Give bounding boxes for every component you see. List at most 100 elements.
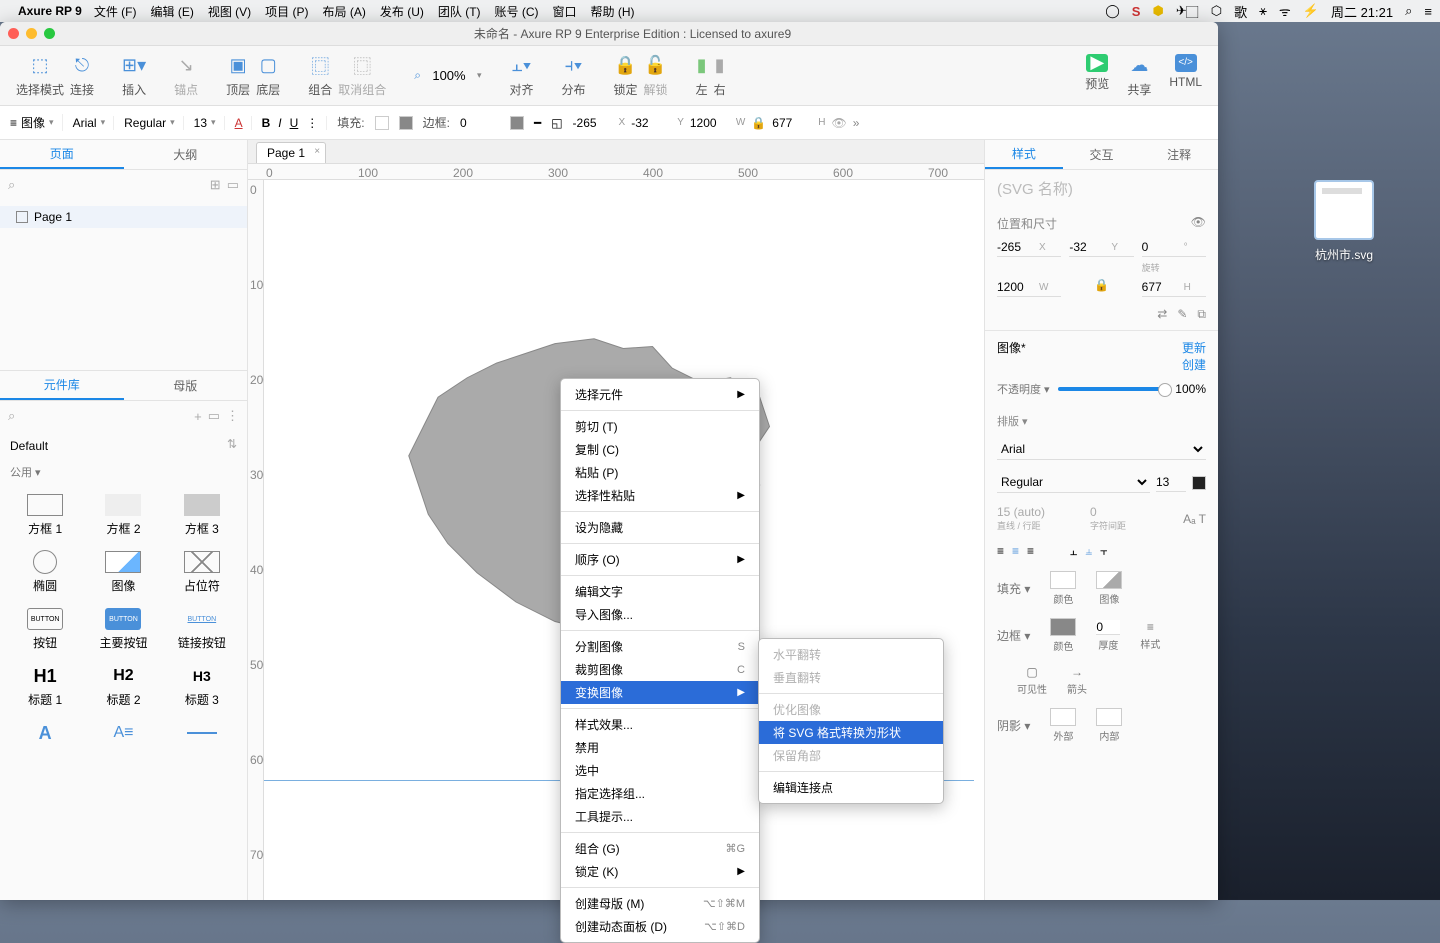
- page-tab[interactable]: Page 1×: [256, 142, 326, 163]
- fill-image-swatch[interactable]: [399, 116, 413, 130]
- lib-search-input[interactable]: [21, 409, 188, 423]
- zoom-control[interactable]: ⌕▾: [414, 68, 481, 83]
- border-style-icon[interactable]: ≡: [1147, 620, 1154, 634]
- lib-link-button[interactable]: BUTTON链接按钮: [165, 602, 239, 657]
- more-text-button[interactable]: ⋮: [306, 116, 318, 130]
- ctx-edit-text[interactable]: 编辑文字: [561, 580, 759, 603]
- ctx-paste[interactable]: 粘贴 (P): [561, 461, 759, 484]
- lib-category[interactable]: 公用 ▾: [0, 460, 247, 484]
- status-send-icon[interactable]: ✈: [1176, 3, 1187, 19]
- size-select[interactable]: 13 ▾: [194, 116, 225, 130]
- border-style-button[interactable]: ━: [534, 116, 541, 130]
- flip-h-icon[interactable]: ⇄: [1157, 307, 1167, 322]
- tab-notes[interactable]: 注释: [1140, 140, 1218, 169]
- lib-button[interactable]: BUTTON按钮: [8, 602, 82, 657]
- ungroup-button[interactable]: ⿴取消组合: [338, 54, 386, 98]
- insp-w-input[interactable]: [997, 280, 1035, 294]
- crop-icon[interactable]: ⧉: [1197, 307, 1206, 322]
- insp-rot-input[interactable]: [1142, 240, 1180, 254]
- tab-pages[interactable]: 页面: [0, 140, 124, 169]
- corner-radius-button[interactable]: ◱: [551, 116, 562, 130]
- ctx-style-effects[interactable]: 样式效果...: [561, 713, 759, 736]
- status-clock[interactable]: 周二 21:21: [1331, 2, 1393, 21]
- lib-select[interactable]: Default ⇅: [0, 431, 247, 460]
- lib-placeholder[interactable]: 占位符: [165, 545, 239, 600]
- ctx-transform-image[interactable]: 变换图像▶: [561, 681, 759, 704]
- align-right-button[interactable]: ▮右: [714, 54, 726, 98]
- select-mode-button[interactable]: ⬚选择模式: [16, 54, 64, 98]
- lib-text1[interactable]: A: [8, 716, 82, 750]
- insp-size-input[interactable]: [1156, 473, 1186, 492]
- ctx-copy[interactable]: 复制 (C): [561, 438, 759, 461]
- align-left-icon[interactable]: ≡: [997, 544, 1004, 559]
- status-bt-icon[interactable]: ⚹: [1259, 3, 1267, 19]
- valign-top-icon[interactable]: ⫠: [1070, 544, 1077, 559]
- ctx-tooltip[interactable]: 工具提示...: [561, 805, 759, 828]
- align-right-icon[interactable]: ≡: [1027, 544, 1034, 559]
- status-badge-icon[interactable]: ⬢: [1152, 3, 1163, 19]
- share-button[interactable]: ☁共享: [1127, 54, 1151, 98]
- desktop-file[interactable]: 杭州市.svg: [1304, 180, 1384, 263]
- insp-h-input[interactable]: [1142, 280, 1180, 294]
- preview-button[interactable]: ▶预览: [1085, 54, 1109, 98]
- lock-ratio-icon[interactable]: 🔒: [1069, 278, 1133, 297]
- align-center-icon[interactable]: ≡: [1012, 544, 1019, 559]
- tab-master[interactable]: 母版: [124, 371, 248, 400]
- border-width-input[interactable]: [460, 116, 500, 130]
- page-item[interactable]: Page 1: [0, 206, 247, 228]
- lib-h1[interactable]: H1标题 1: [8, 659, 82, 714]
- ctx-import-image[interactable]: 导入图像...: [561, 603, 759, 626]
- opacity-value[interactable]: 100%: [1175, 382, 1206, 396]
- lib-box3[interactable]: 方框 3: [165, 488, 239, 543]
- lib-image[interactable]: 图像: [86, 545, 160, 600]
- ctx-order[interactable]: 顺序 (O)▶: [561, 548, 759, 571]
- lib-box2[interactable]: 方框 2: [86, 488, 160, 543]
- menu-account[interactable]: 账号 (C): [495, 3, 539, 20]
- tab-outline[interactable]: 大纲: [124, 140, 248, 169]
- status-hex-icon[interactable]: ⬡: [1211, 3, 1222, 19]
- italic-button[interactable]: I: [278, 116, 281, 130]
- font-select[interactable]: Arial ▾: [73, 116, 115, 130]
- add-lib-icon[interactable]: +: [194, 409, 202, 424]
- maximize-button[interactable]: [44, 28, 55, 39]
- lib-h2[interactable]: H2标题 2: [86, 659, 160, 714]
- lib-h3[interactable]: H3标题 3: [165, 659, 239, 714]
- menu-edit[interactable]: 编辑 (E): [150, 3, 193, 20]
- ctx-select-widget[interactable]: 选择元件▶: [561, 383, 759, 406]
- add-page-icon[interactable]: ⊞: [210, 177, 221, 193]
- ctx-crop-image[interactable]: 裁剪图像C: [561, 658, 759, 681]
- status-battery-icon[interactable]: ⚡: [1303, 3, 1319, 19]
- connect-button[interactable]: ⎋连接: [70, 54, 94, 98]
- ctx-create-master[interactable]: 创建母版 (M)⌥⇧⌘M: [561, 892, 759, 915]
- minimize-button[interactable]: [26, 28, 37, 39]
- insp-y-input[interactable]: [1069, 240, 1107, 254]
- send-back-button[interactable]: ▢底层: [256, 54, 280, 98]
- x-input[interactable]: [573, 116, 613, 130]
- inner-shadow-swatch[interactable]: [1096, 708, 1122, 726]
- create-style-link[interactable]: 创建: [1182, 356, 1206, 373]
- border-color-swatch[interactable]: [510, 116, 524, 130]
- lib-menu-icon[interactable]: ⋮: [226, 408, 239, 424]
- lock-ratio-icon[interactable]: 🔒: [751, 116, 766, 130]
- close-button[interactable]: [8, 28, 19, 39]
- update-style-link[interactable]: 更新: [1182, 339, 1206, 356]
- group-button[interactable]: ⿴组合: [308, 54, 332, 98]
- lock-button[interactable]: 🔒锁定: [614, 54, 638, 98]
- tab-interact[interactable]: 交互: [1063, 140, 1141, 169]
- eye-icon[interactable]: 👁: [1191, 215, 1206, 229]
- sub-svg-to-shape[interactable]: 将 SVG 格式转换为形状: [759, 721, 943, 744]
- menu-window[interactable]: 窗口: [553, 3, 577, 20]
- bring-front-button[interactable]: ▣顶层: [226, 54, 250, 98]
- menu-help[interactable]: 帮助 (H): [591, 3, 635, 20]
- align-button[interactable]: ⫠▾对齐: [510, 54, 534, 98]
- sub-flip-v[interactable]: 垂直翻转: [759, 666, 943, 689]
- w-input[interactable]: [690, 116, 730, 130]
- ctx-cut[interactable]: 剪切 (T): [561, 415, 759, 438]
- ctx-group[interactable]: 组合 (G)⌘G: [561, 837, 759, 860]
- ctx-selected[interactable]: 选中: [561, 759, 759, 782]
- app-name[interactable]: Axure RP 9: [18, 4, 82, 18]
- visibility-icon[interactable]: 👁: [832, 116, 847, 130]
- insp-weight-select[interactable]: Regular: [997, 472, 1150, 493]
- insp-font-select[interactable]: Arial: [997, 439, 1206, 460]
- arrow-icon[interactable]: →: [1071, 665, 1083, 679]
